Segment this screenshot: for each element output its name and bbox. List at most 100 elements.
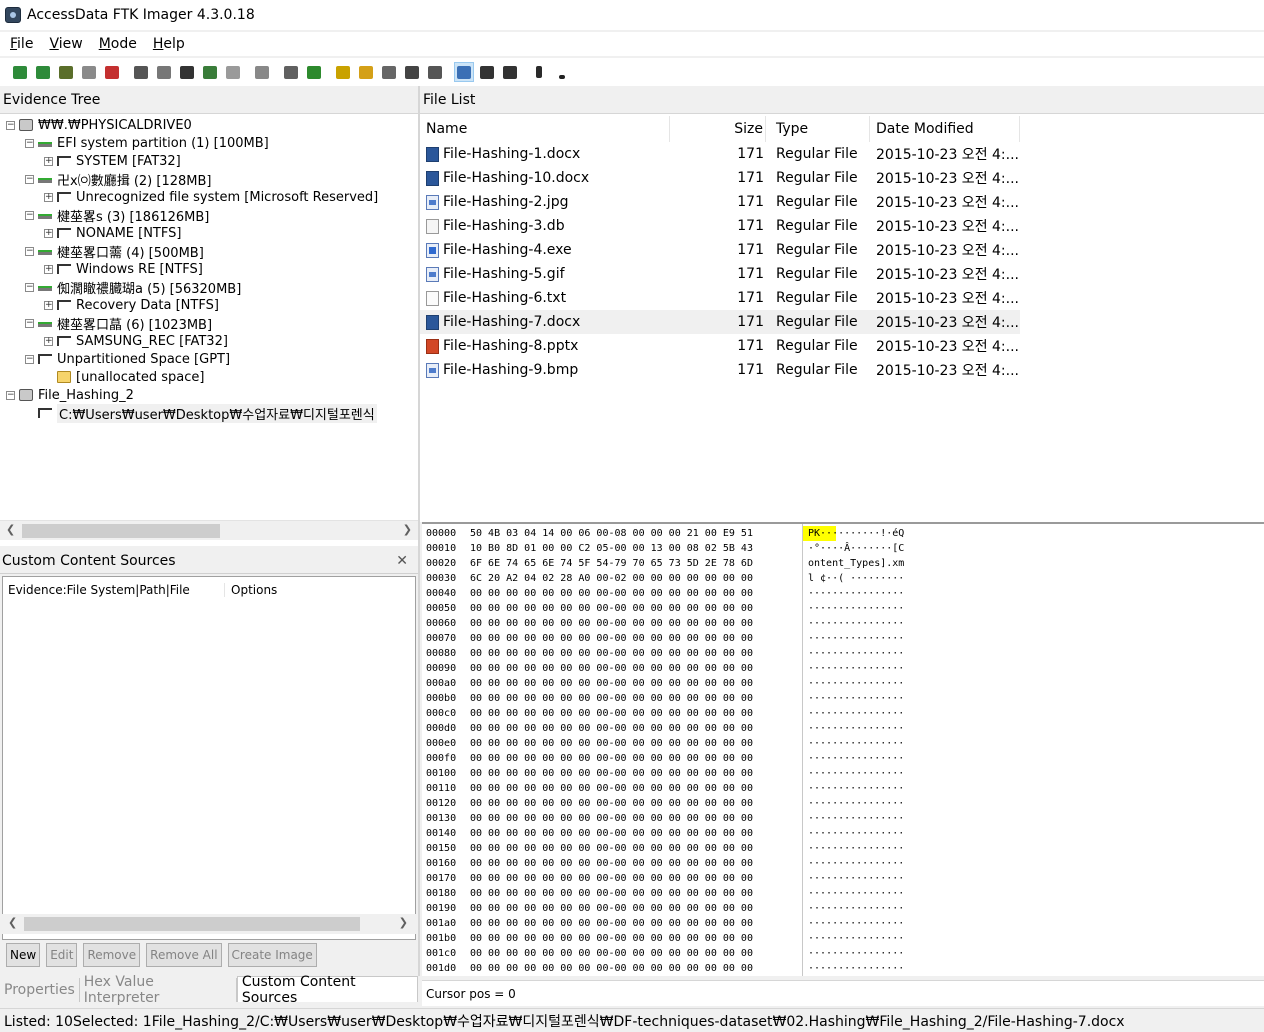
export-files-button[interactable] — [379, 62, 399, 82]
remove-button[interactable]: Remove — [83, 943, 141, 967]
file-list-row[interactable]: File-Hashing-8.pptx 171 Regular File 2015-1… — [420, 334, 1020, 358]
scroll-right-icon[interactable]: ❯ — [403, 523, 412, 536]
hex-bytes: 00 00 00 00 00 00 00 00-00 00 00 00 00 0… — [470, 903, 753, 914]
hex-ascii-divider — [802, 524, 803, 976]
scrollbar-thumb[interactable] — [24, 917, 360, 931]
file-name: File-Hashing-9.bmp — [443, 362, 579, 378]
column-header-type[interactable]: Type — [770, 116, 870, 142]
collapse-icon[interactable]: − — [25, 282, 34, 292]
collapse-icon[interactable]: − — [25, 354, 34, 364]
file-list-row[interactable]: File-Hashing-7.docx 171 Regular File 2015-1… — [420, 310, 1020, 334]
tree-node[interactable]: + SAMSUNG_REC [FAT32] — [44, 332, 228, 350]
file-list-row[interactable]: File-Hashing-4.exe 171 Regular File 2015-10… — [420, 238, 1020, 262]
tree-node[interactable]: − 倁濶瞮禯臓瑚a (5) [56320MB] — [25, 278, 241, 297]
remove-all-evidence-button[interactable] — [102, 62, 122, 82]
export-directory-listing-button[interactable] — [425, 62, 445, 82]
hex-bytes: 00 00 00 00 00 00 00 00-00 00 00 00 00 0… — [470, 663, 753, 674]
scroll-left-icon[interactable]: ❮ — [8, 916, 17, 929]
scroll-right-icon[interactable]: ❯ — [399, 916, 408, 929]
add-to-custom-content-button[interactable] — [200, 62, 220, 82]
collapse-icon[interactable]: − — [25, 138, 34, 148]
column-header-options[interactable]: Options — [225, 583, 277, 597]
tree-node[interactable]: − 卍ⅹ㈇數廳揖 (2) [128MB] — [25, 170, 211, 189]
expand-icon[interactable]: + — [44, 300, 53, 310]
tree-node[interactable]: − EFI system partition (1) [100MB] — [25, 134, 269, 152]
tree-node[interactable]: + Recovery Data [NTFS] — [44, 296, 219, 314]
edit-button[interactable]: Edit — [46, 943, 78, 967]
expand-icon[interactable]: + — [44, 264, 53, 274]
collapse-icon[interactable]: − — [6, 120, 15, 130]
tree-node[interactable]: C:₩Users₩user₩Desktop₩수업자료₩디지털포렌식 — [25, 403, 377, 423]
add-all-evidence-button[interactable] — [33, 62, 53, 82]
file-list-row[interactable]: File-Hashing-1.docx 171 Regular File 2015-1… — [420, 142, 1020, 166]
column-header-size[interactable]: Size — [670, 116, 766, 142]
tree-node[interactable]: − Unpartitioned Space [GPT] — [25, 350, 230, 368]
menu-view[interactable]: View — [41, 36, 90, 52]
hex-view-button[interactable] — [500, 62, 520, 82]
file-list-row[interactable]: File-Hashing-9.bmp 171 Regular File 2015-10… — [420, 358, 1020, 382]
collapse-icon[interactable]: − — [25, 246, 34, 256]
menu-file[interactable]: File — [2, 36, 41, 52]
export-disk-image-button[interactable] — [154, 62, 174, 82]
tab-properties[interactable]: Properties — [0, 978, 80, 1002]
file-list-row[interactable]: File-Hashing-5.gif 171 Regular File 2015-10… — [420, 262, 1020, 286]
column-header-date-modified[interactable]: Date Modified — [870, 116, 1020, 142]
capture-memory-button[interactable] — [304, 62, 324, 82]
remove-evidence-button[interactable] — [79, 62, 99, 82]
create-disk-image-button[interactable] — [131, 62, 151, 82]
file-list-row[interactable]: File-Hashing-3.db 171 Regular File 2015-10-… — [420, 214, 1020, 238]
file-list-row[interactable]: File-Hashing-2.jpg 171 Regular File 2015-10… — [420, 190, 1020, 214]
tree-node[interactable]: − 楗莝畧s (3) [186126MB] — [25, 206, 209, 225]
tree-node[interactable]: + SYSTEM [FAT32] — [44, 152, 181, 170]
scroll-left-icon[interactable]: ❮ — [6, 523, 15, 536]
decrypt-ad1-button[interactable] — [252, 62, 272, 82]
help-button[interactable] — [529, 62, 549, 82]
scrollbar-thumb[interactable] — [22, 524, 220, 538]
add-evidence-button[interactable] — [10, 62, 30, 82]
tree-node[interactable]: + Unrecognized file system [Microsoft Res… — [44, 188, 378, 206]
hex-viewer[interactable]: 00000 50 4B 03 04 14 00 06 00-08 00 00 00… — [422, 522, 1264, 976]
expand-icon[interactable]: + — [44, 156, 53, 166]
collapse-icon[interactable]: − — [25, 174, 34, 184]
collapse-icon[interactable]: − — [25, 210, 34, 220]
new-button[interactable]: New — [6, 943, 41, 967]
hex-bytes: 00 00 00 00 00 00 00 00-00 00 00 00 00 0… — [470, 588, 753, 599]
export-file-hash-list-button[interactable] — [402, 62, 422, 82]
file-list-row[interactable]: File-Hashing-6.txt 171 Regular File 2015-10… — [420, 286, 1020, 310]
file-list-row[interactable]: File-Hashing-10.docx 171 Regular File 2015-… — [420, 166, 1020, 190]
tree-node[interactable]: − 楗莝畧口蕌 (6) [1023MB] — [25, 314, 212, 333]
tab-custom-content-sources[interactable]: Custom Content Sources — [236, 974, 418, 1006]
verify-drive-button[interactable] — [281, 62, 301, 82]
expand-icon[interactable]: + — [44, 192, 53, 202]
tree-node[interactable]: + Windows RE [NTFS] — [44, 260, 203, 278]
obtain-protected-files-button[interactable] — [333, 62, 353, 82]
create-custom-image-button[interactable] — [223, 62, 243, 82]
column-header-name[interactable]: Name — [420, 116, 670, 142]
evidence-tree-horizontal-scrollbar[interactable]: ❮ ❯ — [0, 520, 418, 540]
auto-view-button[interactable] — [454, 62, 474, 82]
menu-mode[interactable]: Mode — [91, 36, 145, 52]
collapse-icon[interactable]: − — [25, 318, 34, 328]
image-mounting-button[interactable] — [56, 62, 76, 82]
create-image-button[interactable]: Create Image — [227, 943, 317, 967]
tab-hex-value-interpreter[interactable]: Hex Value Interpreter — [80, 974, 237, 1006]
close-icon[interactable]: ✕ — [396, 553, 408, 569]
collapse-icon[interactable]: − — [6, 390, 15, 400]
tree-node[interactable]: − File_Hashing_2 — [6, 386, 134, 404]
export-logical-image-button[interactable] — [177, 62, 197, 82]
file-type: Regular File — [776, 362, 858, 378]
menu-help[interactable]: Help — [145, 36, 193, 52]
column-header-evidence[interactable]: Evidence:File System|Path|File — [3, 582, 225, 597]
detect-efs-button[interactable] — [356, 62, 376, 82]
tree-node[interactable]: [unallocated space] — [44, 368, 205, 386]
tree-node[interactable]: + NONAME [NTFS] — [44, 224, 181, 242]
add-to-custom-content-icon — [203, 65, 217, 79]
custom-content-horizontal-scrollbar[interactable]: ❮ ❯ — [2, 914, 416, 934]
expand-icon[interactable]: + — [44, 336, 53, 346]
tree-node[interactable]: − ₩₩.₩PHYSICALDRIVE0 — [6, 116, 192, 134]
text-view-button[interactable] — [477, 62, 497, 82]
dropdown-button[interactable] — [552, 62, 572, 82]
expand-icon[interactable]: + — [44, 228, 53, 238]
tree-node[interactable]: − 楗莝畧口薷 (4) [500MB] — [25, 242, 204, 261]
remove-all-button[interactable]: Remove All — [146, 943, 222, 967]
